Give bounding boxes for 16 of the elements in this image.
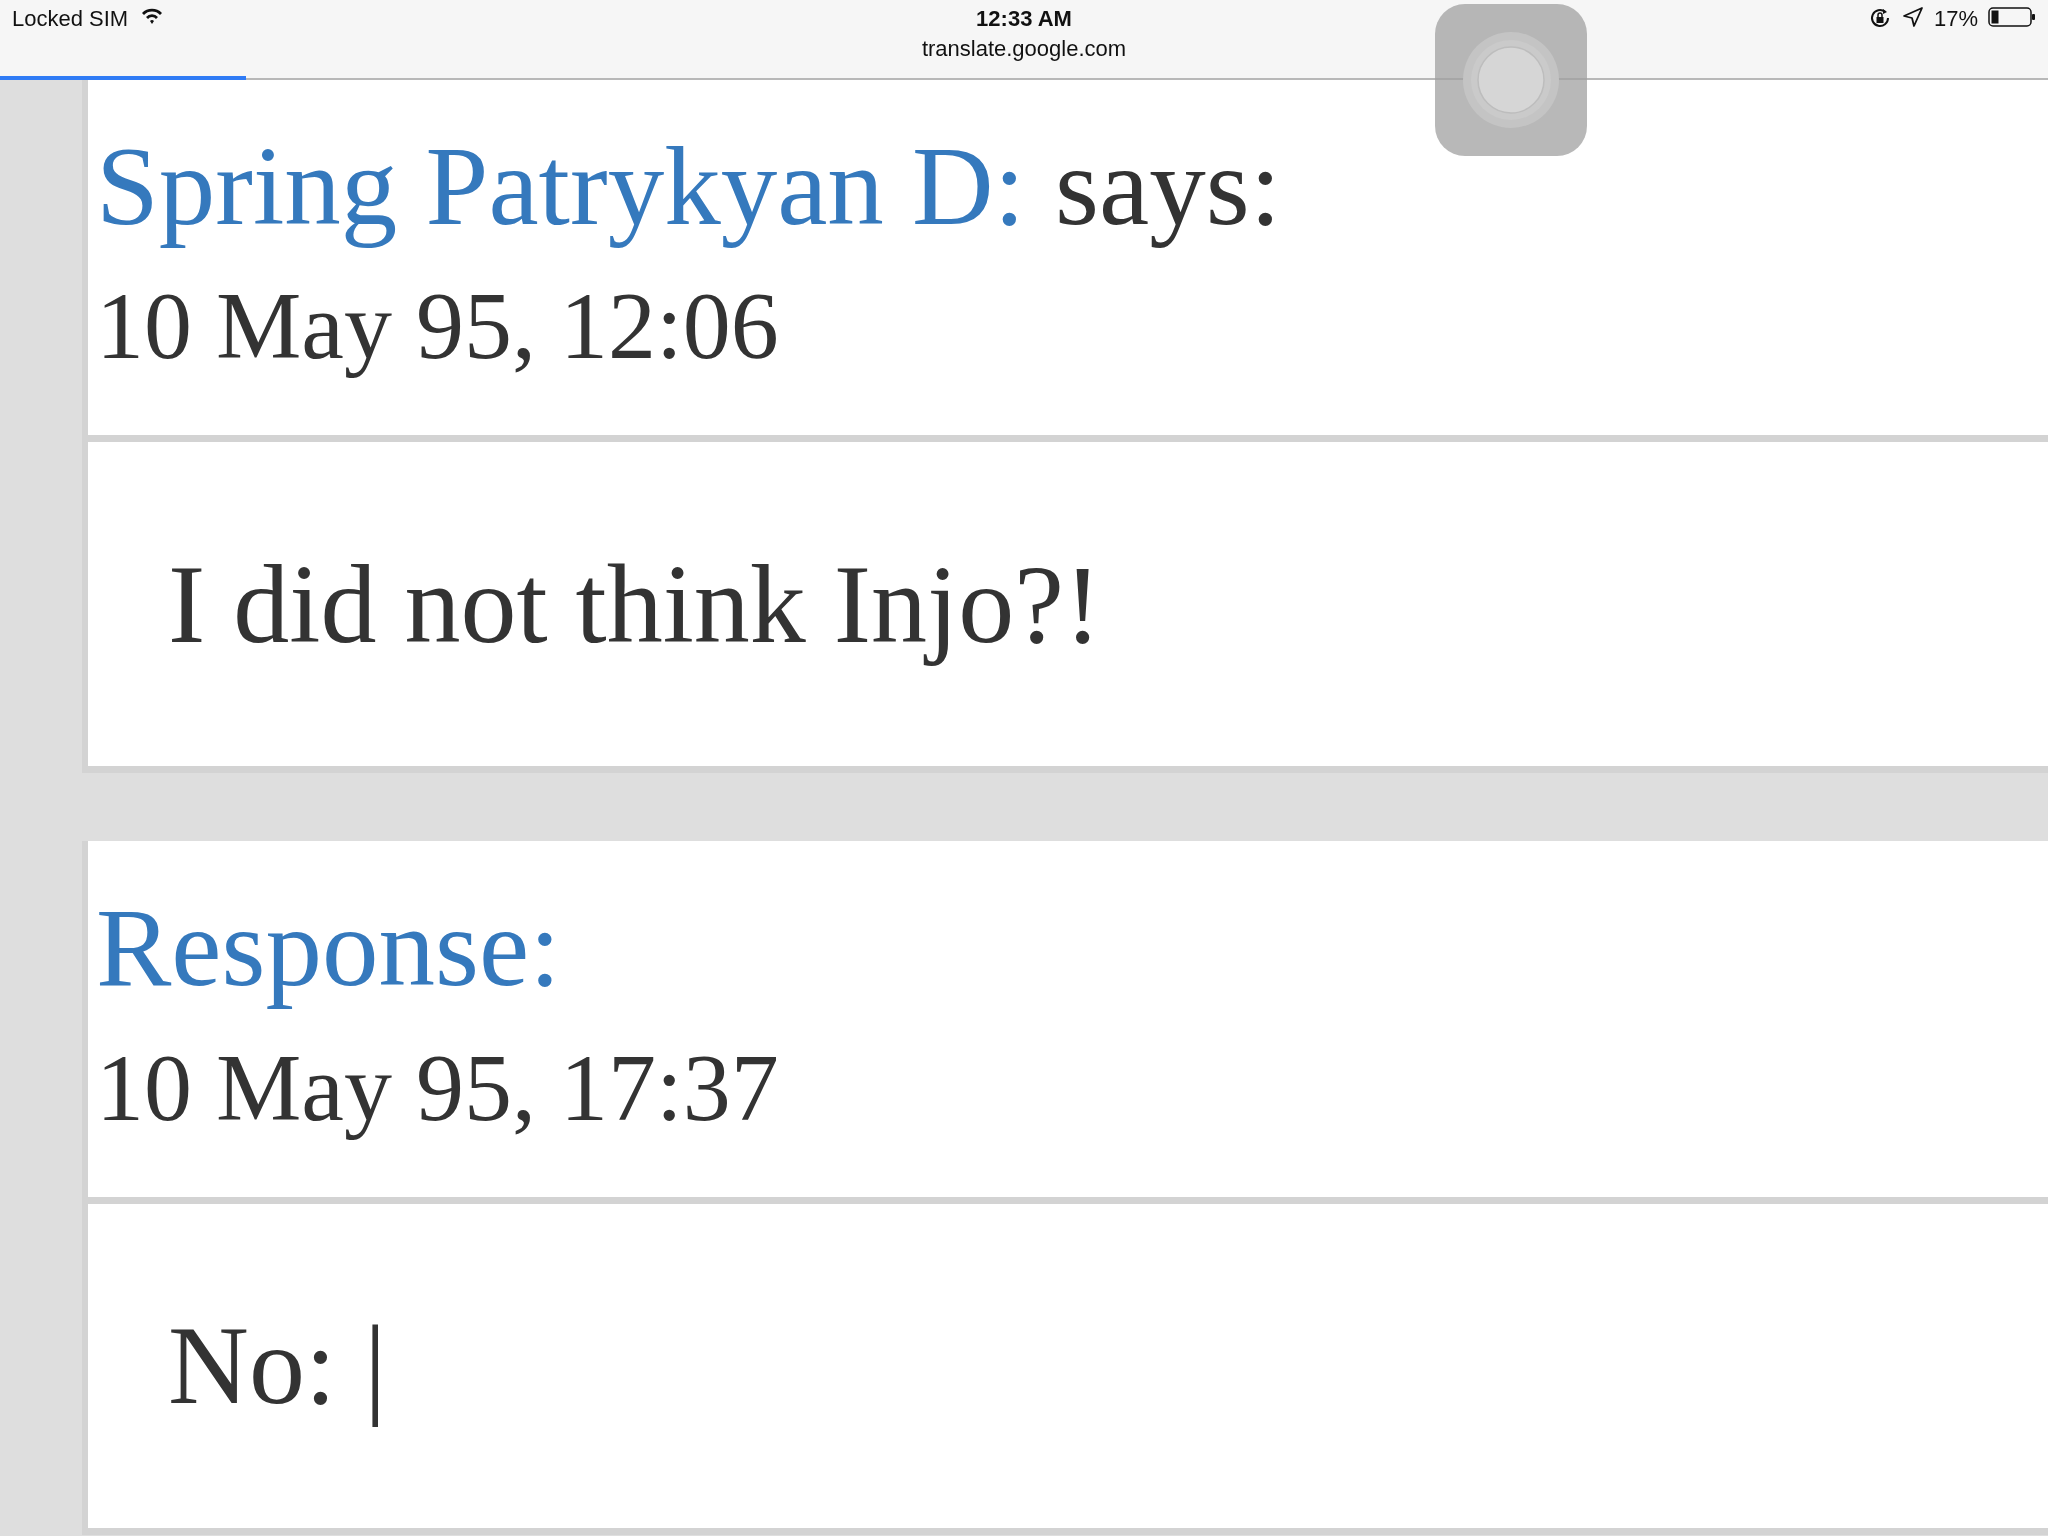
clock: 12:33 AM <box>976 6 1072 32</box>
location-icon <box>1901 6 1924 28</box>
comment-date: 10 May 95, 12:06 <box>96 271 780 382</box>
comment-text: No: | <box>168 1302 387 1430</box>
carrier-label: Locked SIM <box>12 6 129 32</box>
wifi-icon <box>140 6 165 26</box>
author-name: Response: <box>96 885 561 1010</box>
author-name: Spring Patrykyan D: <box>96 124 1026 249</box>
assistive-touch-button[interactable] <box>1435 4 1587 156</box>
url-label[interactable]: translate.google.com <box>921 36 1127 62</box>
battery-percent: 17% <box>1933 6 1978 32</box>
says-label: says: <box>1055 124 1282 249</box>
circle-icon <box>1461 30 1561 130</box>
comment-date: 10 May 95, 17:37 <box>96 1032 780 1143</box>
battery-icon <box>1988 6 2036 28</box>
comment-text: I did not think Injo?! <box>168 541 1102 668</box>
